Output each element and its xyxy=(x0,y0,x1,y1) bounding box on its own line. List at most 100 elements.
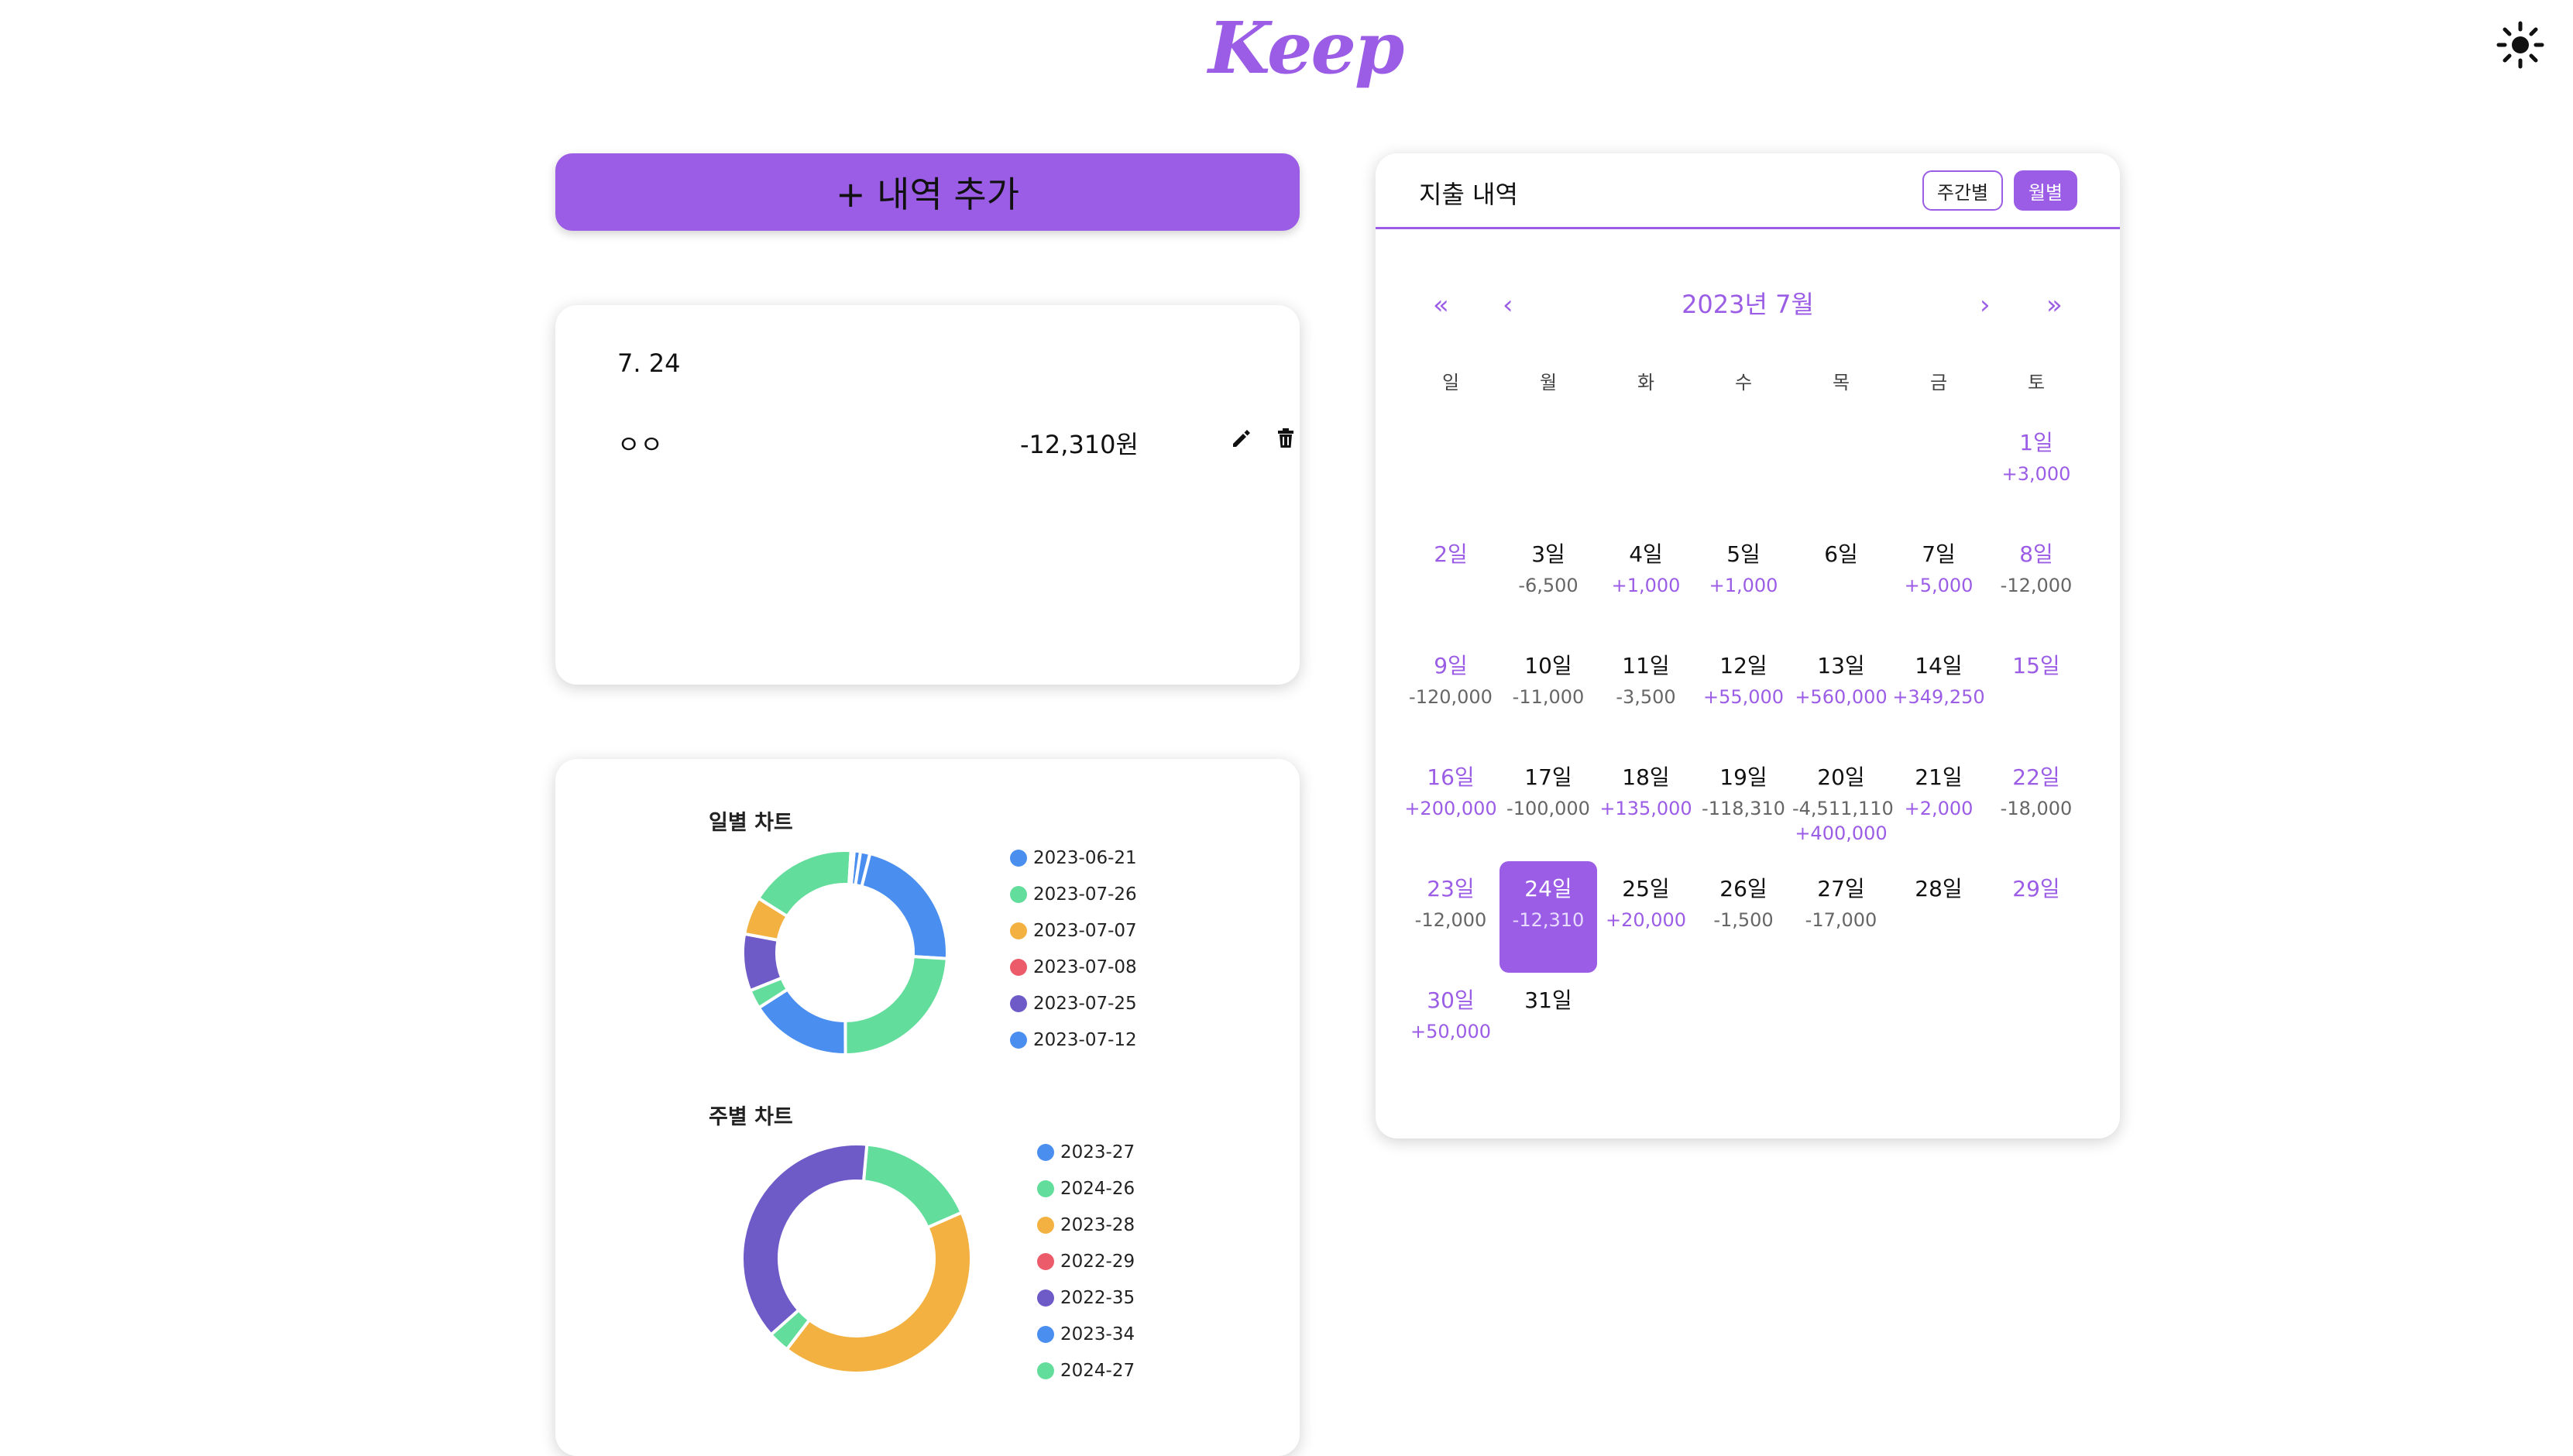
calendar-day[interactable]: 29일 xyxy=(1987,861,2085,973)
legend-item[interactable]: 2024-27 xyxy=(1037,1361,1135,1381)
donut-slice[interactable] xyxy=(740,1142,869,1338)
legend-label: 2022-29 xyxy=(1060,1252,1135,1272)
calendar-day[interactable]: 27일 -17,000 xyxy=(1792,861,1890,973)
legend-item[interactable]: 2023-06-21 xyxy=(1010,848,1137,868)
daily-donut-chart[interactable] xyxy=(737,844,953,1061)
calendar-day[interactable]: 30일 +50,000 xyxy=(1402,973,1499,1084)
calendar-day[interactable]: 14일 +349,250 xyxy=(1890,638,1987,750)
legend-swatch xyxy=(1037,1326,1054,1343)
calendar-day[interactable]: 17일 -100,000 xyxy=(1499,750,1597,861)
calendar-day[interactable]: 19일 -118,310 xyxy=(1695,750,1792,861)
weekday-label: 목 xyxy=(1832,372,1850,393)
calendar-day-amount: +55,000 xyxy=(1702,686,1785,708)
calendar-day[interactable]: 20일 -4,511,110 +400,000 xyxy=(1792,750,1894,861)
legend-item[interactable]: 2022-35 xyxy=(1037,1288,1135,1308)
weekly-toggle-button[interactable]: 주간별 xyxy=(1922,170,2003,211)
calendar-day[interactable]: 8일 -12,000 xyxy=(1987,527,2085,638)
calendar-day[interactable]: 1일 +3,000 xyxy=(1987,415,2085,527)
calendar-day-number: 28일 xyxy=(1915,876,1963,901)
calendar-day-number: 29일 xyxy=(2012,876,2060,901)
pencil-icon[interactable] xyxy=(1229,427,1252,450)
weekly-donut-chart[interactable] xyxy=(737,1138,977,1379)
legend-label: 2023-27 xyxy=(1060,1142,1135,1162)
calendar-day[interactable]: 16일 +200,000 xyxy=(1402,750,1499,861)
calendar-day[interactable]: 23일 -12,000 xyxy=(1402,861,1499,973)
calendar-day[interactable]: 5일 +1,000 xyxy=(1695,527,1792,638)
daily-chart-title: 일별 차트 xyxy=(709,811,793,835)
add-entry-button[interactable]: + 내역 추가 xyxy=(555,153,1300,231)
weekday-label: 수 xyxy=(1734,372,1753,393)
calendar-day[interactable]: 4일 +1,000 xyxy=(1597,527,1695,638)
donut-slice[interactable] xyxy=(843,955,949,1057)
calendar-day-number: 23일 xyxy=(1427,876,1475,901)
calendar-day[interactable]: 18일 +135,000 xyxy=(1597,750,1695,861)
calendar-month-label[interactable]: 2023년 7월 xyxy=(1376,285,2120,321)
legend-label: 2023-07-12 xyxy=(1033,1030,1137,1050)
legend-swatch xyxy=(1037,1253,1054,1270)
legend-item[interactable]: 2023-34 xyxy=(1037,1324,1135,1344)
calendar-day[interactable]: 10일 -11,000 xyxy=(1499,638,1597,750)
calendar-day-number: 13일 xyxy=(1817,653,1865,678)
calendar-day[interactable]: 15일 xyxy=(1987,638,2085,750)
calendar-day[interactable]: 25일 +20,000 xyxy=(1597,861,1695,973)
calendar-day[interactable]: 28일 xyxy=(1890,861,1987,973)
calendar-day[interactable]: 11일 -3,500 xyxy=(1597,638,1695,750)
trash-icon[interactable] xyxy=(1274,427,1297,450)
calendar-day[interactable]: 7일 +5,000 xyxy=(1890,527,1987,638)
calendar-day[interactable]: 3일 -6,500 xyxy=(1499,527,1597,638)
calendar-day-amount: +135,000 xyxy=(1599,798,1692,819)
legend-item[interactable]: 2022-29 xyxy=(1037,1252,1135,1272)
day-detail-card: 7. 24 ㅇㅇ -12,310원 xyxy=(555,305,1300,685)
legend-item[interactable]: 2023-07-12 xyxy=(1010,1030,1137,1050)
donut-slice[interactable] xyxy=(860,851,949,960)
next-month-button[interactable]: › xyxy=(1980,290,1991,321)
calendar-day-number: 30일 xyxy=(1427,987,1475,1013)
calendar-day[interactable]: 2일 xyxy=(1402,527,1499,638)
legend-item[interactable]: 2023-07-26 xyxy=(1010,884,1137,905)
donut-slice[interactable] xyxy=(861,1142,964,1230)
legend-label: 2023-34 xyxy=(1060,1324,1135,1344)
calendar-day-amount: -12,000 xyxy=(2000,575,2073,596)
calendar-header: 지출 내역 주간별 월별 xyxy=(1376,153,2120,229)
calendar-day-number: 31일 xyxy=(1524,987,1572,1013)
legend-item[interactable]: 2023-27 xyxy=(1037,1142,1135,1162)
calendar-day[interactable]: 13일 +560,000 xyxy=(1792,638,1890,750)
next-year-button[interactable]: » xyxy=(2046,290,2063,321)
legend-item[interactable]: 2023-28 xyxy=(1037,1215,1135,1235)
donut-slice[interactable] xyxy=(784,1210,973,1375)
app-logo[interactable]: Keep xyxy=(1208,6,1404,99)
calendar-day-amount: +1,000 xyxy=(1709,575,1778,596)
weekday-label: 월 xyxy=(1539,372,1558,393)
calendar-day[interactable]: 31일 xyxy=(1499,973,1597,1084)
calendar-day[interactable]: 26일 -1,500 xyxy=(1695,861,1792,973)
weekday-label: 화 xyxy=(1637,372,1655,393)
calendar-day[interactable]: 21일 +2,000 xyxy=(1890,750,1987,861)
calendar-card: 지출 내역 주간별 월별 « ‹ 2023년 7월 › » 일월화수목금토 1일… xyxy=(1376,153,2120,1138)
calendar-day-number: 5일 xyxy=(1726,541,1761,567)
calendar-day-number: 1일 xyxy=(2019,430,2053,455)
calendar-day-number: 17일 xyxy=(1524,764,1572,790)
legend-item[interactable]: 2023-07-25 xyxy=(1010,994,1137,1014)
calendar-day-number: 12일 xyxy=(1719,653,1767,678)
legend-label: 2023-06-21 xyxy=(1033,848,1137,868)
calendar-day[interactable]: 22일 -18,000 xyxy=(1987,750,2085,861)
legend-item[interactable]: 2024-26 xyxy=(1037,1179,1135,1199)
calendar-day-number: 16일 xyxy=(1427,764,1475,790)
calendar-day[interactable]: 6일 xyxy=(1792,527,1890,638)
calendar-day-number: 14일 xyxy=(1915,653,1963,678)
sun-icon[interactable] xyxy=(2496,20,2545,70)
calendar-day[interactable]: 12일 +55,000 xyxy=(1695,638,1792,750)
calendar-day[interactable]: 24일 -12,310 xyxy=(1499,861,1597,973)
legend-swatch xyxy=(1010,850,1027,867)
weekday-label: 토 xyxy=(2027,372,2046,393)
legend-item[interactable]: 2023-07-08 xyxy=(1010,957,1137,977)
monthly-toggle-button[interactable]: 월별 xyxy=(2014,170,2077,211)
legend-swatch xyxy=(1010,922,1027,939)
calendar-day[interactable]: 9일 -120,000 xyxy=(1402,638,1499,750)
legend-item[interactable]: 2023-07-07 xyxy=(1010,921,1137,941)
legend-swatch xyxy=(1037,1217,1054,1234)
calendar-day-amount: -18,000 xyxy=(2000,798,2073,819)
calendar-day-amount: -1,500 xyxy=(1713,909,1774,931)
calendar-day-amount: +5,000 xyxy=(1904,575,1974,596)
donut-slice[interactable] xyxy=(756,849,853,919)
